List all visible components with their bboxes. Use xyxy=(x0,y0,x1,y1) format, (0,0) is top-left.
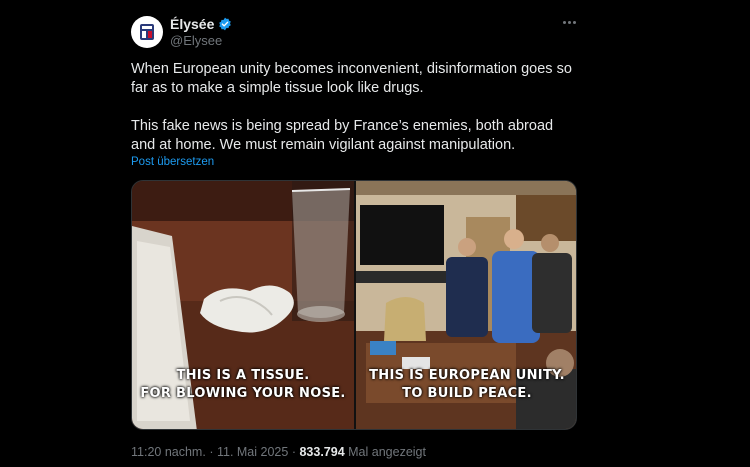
tweet-card: Élysée @Elysee When European unity becom… xyxy=(0,0,750,467)
author-name-line: Élysée xyxy=(170,16,232,32)
meta-separator: · xyxy=(209,445,214,459)
tweet-date[interactable]: 11. Mai 2025 xyxy=(217,445,288,459)
meta-separator: · xyxy=(291,445,296,459)
views-label: Mal angezeigt xyxy=(348,445,426,459)
display-name[interactable]: Élysée xyxy=(170,16,214,32)
translate-post-link[interactable]: Post übersetzen xyxy=(131,156,214,168)
tweet-meta: 11:20 nachm. · 11. Mai 2025 · 833.794 Ma… xyxy=(131,445,426,459)
elysee-seal-icon xyxy=(132,17,162,47)
right-caption-line2: TO BUILD PEACE. xyxy=(402,386,532,401)
more-options-icon[interactable] xyxy=(560,13,578,31)
tweet-media[interactable]: THIS IS A TISSUE. FOR BLOWING YOUR NOSE. xyxy=(131,180,577,430)
tweet-text: When European unity becomes inconvenient… xyxy=(131,60,581,155)
meeting-photo[interactable]: THIS IS EUROPEAN UNITY. TO BUILD PEACE. xyxy=(356,181,576,429)
tweet-time[interactable]: 11:20 nachm. xyxy=(131,445,206,459)
verified-badge-icon xyxy=(219,17,232,31)
avatar[interactable] xyxy=(131,16,163,48)
left-caption-line2: FOR BLOWING YOUR NOSE. xyxy=(140,386,346,401)
tweet-paragraph-1: When European unity becomes inconvenient… xyxy=(131,61,572,96)
right-caption-line1: THIS IS EUROPEAN UNITY. xyxy=(369,368,565,383)
tweet-paragraph-2: This fake news is being spread by France… xyxy=(131,118,554,153)
views-count: 833.794 xyxy=(299,445,345,459)
tissue-photo[interactable]: THIS IS A TISSUE. FOR BLOWING YOUR NOSE. xyxy=(132,181,354,429)
left-caption-line1: THIS IS A TISSUE. xyxy=(176,368,310,383)
author-handle[interactable]: @Elysee xyxy=(170,33,222,48)
